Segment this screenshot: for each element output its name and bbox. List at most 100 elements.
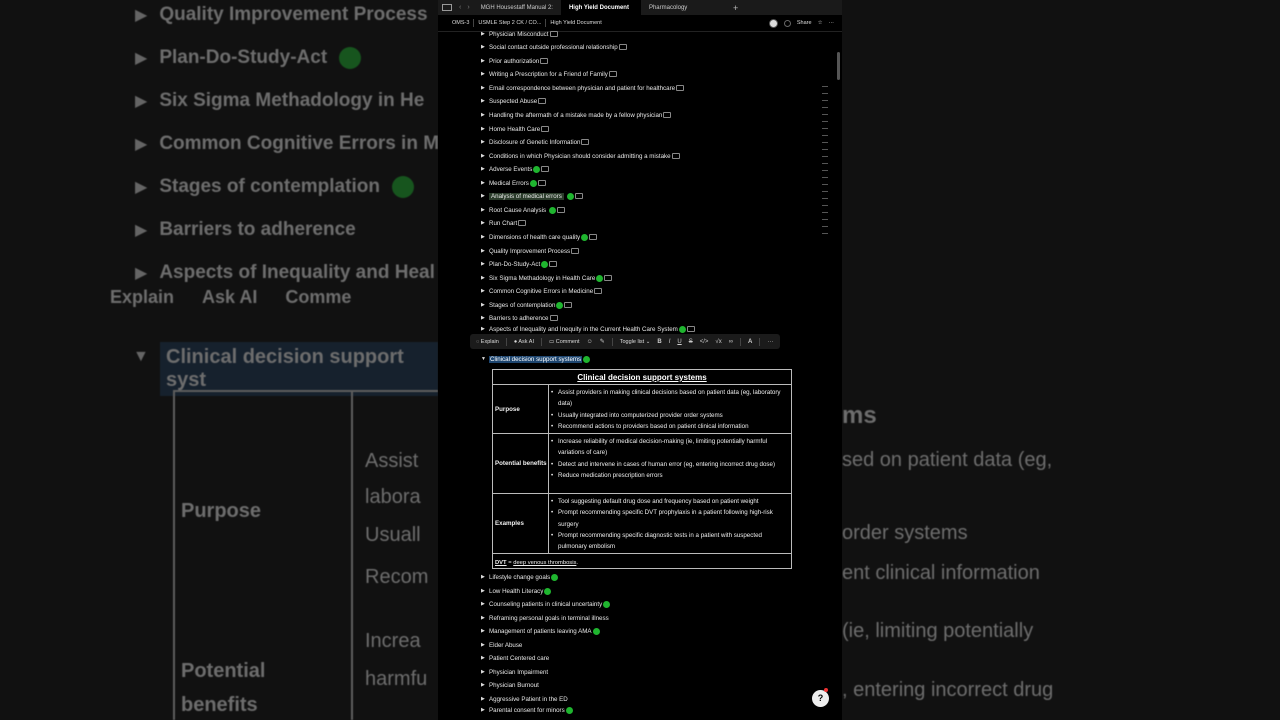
toggle-triangle-icon[interactable]: ▶	[481, 655, 489, 661]
help-button[interactable]: ?	[812, 690, 829, 707]
toggle-item[interactable]: ▶ Dimensions of health care quality	[481, 231, 598, 243]
code-button[interactable]: </>	[700, 339, 709, 345]
toggle-item[interactable]: ▶ Quality Improvement Process	[481, 245, 580, 257]
toggle-triangle-icon[interactable]: ▶	[481, 707, 489, 713]
toggle-triangle-icon[interactable]: ▶	[481, 98, 489, 104]
toggle-triangle-icon[interactable]: ▶	[481, 126, 489, 132]
toggle-item[interactable]: ▶ Six Sigma Methadology in Health Care	[481, 272, 613, 284]
emoji-icon[interactable]: ☺	[587, 339, 593, 345]
toggle-item[interactable]: ▶ Reframing personal goals in terminal il…	[481, 612, 609, 624]
toggle-item[interactable]: ▶ Medical Errors	[481, 177, 546, 189]
toggle-triangle-icon[interactable]: ▶	[481, 302, 489, 308]
more-options-icon[interactable]: ···	[767, 339, 773, 345]
toggle-item[interactable]: ▶ Aspects of Inequality and Inequity in t…	[481, 326, 695, 334]
toggle-triangle-icon[interactable]: ▶	[481, 275, 489, 281]
toggle-item[interactable]: ▶ Barriers to adherence	[481, 312, 558, 324]
star-icon[interactable]: ☆	[818, 20, 823, 26]
toggle-item[interactable]: ▶ Prior authorization	[481, 55, 549, 67]
toggle-item[interactable]: ▶ Patient Centered care	[481, 652, 549, 664]
toggle-triangle-icon[interactable]: ▶	[481, 326, 489, 332]
toggle-triangle-icon[interactable]: ▶	[481, 71, 489, 77]
toggle-item[interactable]: ▶ Elder Abuse	[481, 639, 522, 651]
toggle-triangle-icon[interactable]: ▶	[481, 153, 489, 159]
edit-icon[interactable]: ✎	[600, 338, 605, 345]
breadcrumb-oms3[interactable]: OMS-3	[448, 20, 473, 26]
text-color-button[interactable]: A	[748, 339, 752, 345]
toggle-triangle-icon[interactable]: ▶	[481, 207, 489, 213]
toggle-triangle-icon[interactable]: ▶	[481, 601, 489, 607]
toggle-item[interactable]: ▶ Stages of contemplation	[481, 299, 573, 311]
toggle-item[interactable]: ▶ Social contact outside professional rel…	[481, 41, 627, 53]
toggle-item[interactable]: ▶ Counseling patients in clinical uncerta…	[481, 598, 611, 610]
toggle-triangle-icon[interactable]: ▶	[481, 628, 489, 634]
toggle-triangle-icon[interactable]: ▶	[481, 248, 489, 254]
toggle-item[interactable]: ▶ Lifestyle change goals	[481, 571, 559, 583]
breadcrumb-usmle[interactable]: USMLE Step 2 CK / CO...	[474, 20, 545, 26]
toggle-item[interactable]: ▶ Home Health Care	[481, 123, 550, 135]
strikethrough-button[interactable]: S	[689, 339, 693, 345]
toggle-item[interactable]: ▶ Low Health Literacy	[481, 585, 552, 597]
tab-high-yield[interactable]: High Yield Document	[560, 0, 641, 15]
toggle-triangle-icon[interactable]: ▶	[481, 31, 489, 37]
toggle-triangle-icon[interactable]: ▶	[481, 193, 489, 199]
tab-pharmacology[interactable]: Pharmacology	[641, 0, 721, 15]
toggle-triangle-icon[interactable]: ▶	[481, 180, 489, 186]
new-tab-icon[interactable]: +	[721, 3, 738, 13]
tab-mgh-manual[interactable]: MGH Housestaff Manual 2:	[473, 0, 561, 15]
toggle-item[interactable]: ▶ Plan-Do-Study-Act	[481, 258, 558, 270]
toggle-triangle-icon[interactable]: ▶	[481, 234, 489, 240]
toggle-list-dropdown[interactable]: Toggle list ⌄	[620, 339, 651, 345]
toggle-item[interactable]: ▶ Suspected Abuse	[481, 95, 547, 107]
toggle-triangle-icon[interactable]: ▶	[481, 85, 489, 91]
toggle-item[interactable]: ▶ Conditions in which Physician should co…	[481, 150, 680, 162]
toggle-triangle-down-icon[interactable]: ▼	[481, 356, 489, 362]
bold-button[interactable]: B	[657, 339, 661, 345]
toggle-item[interactable]: ▶ Physician Misconduct	[481, 28, 558, 40]
toggle-triangle-icon[interactable]: ▶	[481, 669, 489, 675]
forward-arrow-icon[interactable]: ›	[464, 4, 472, 11]
math-button[interactable]: √x	[715, 339, 721, 345]
toggle-item[interactable]: ▶ Handling the aftermath of a mistake mad…	[481, 109, 672, 121]
toggle-item[interactable]: ▶ Run Chart	[481, 217, 527, 229]
comment-button[interactable]: ▭ Comment	[549, 339, 580, 345]
share-button[interactable]: Share	[797, 20, 812, 26]
toggle-item[interactable]: ▶ Analysis of medical errors	[481, 190, 583, 202]
toggle-triangle-icon[interactable]: ▶	[481, 112, 489, 118]
toggle-item[interactable]: ▶ Disclosure of Genetic Information	[481, 136, 590, 148]
toggle-triangle-icon[interactable]: ▶	[481, 642, 489, 648]
toggle-item[interactable]: ▶ Management of patients leaving AMA	[481, 625, 600, 637]
toggle-triangle-icon[interactable]: ▶	[481, 682, 489, 688]
breadcrumb-high-yield[interactable]: High Yield Document	[546, 20, 605, 26]
toggle-triangle-icon[interactable]: ▶	[481, 315, 489, 321]
toggle-item[interactable]: ▶ Physician Burnout	[481, 679, 539, 691]
toggle-item[interactable]: ▶ Common Cognitive Errors in Medicine	[481, 285, 603, 297]
toggle-item[interactable]: ▶ Adverse Events	[481, 163, 550, 175]
link-icon[interactable]: ∞	[729, 339, 733, 345]
toggle-item[interactable]: ▶ Email correspondence between physician …	[481, 82, 685, 94]
toggle-triangle-icon[interactable]: ▶	[481, 574, 489, 580]
toggle-item[interactable]: ▶ Writing a Prescription for a Friend of …	[481, 68, 617, 80]
toggle-triangle-icon[interactable]: ▶	[481, 166, 489, 172]
sidebar-toggle-icon[interactable]	[442, 4, 452, 11]
toggle-triangle-icon[interactable]: ▶	[481, 261, 489, 267]
toggle-item[interactable]: ▶ Physician Impairment	[481, 666, 548, 678]
toggle-triangle-icon[interactable]: ▶	[481, 220, 489, 226]
toggle-item-expanded[interactable]: ▼ Clinical decision support systems	[481, 353, 591, 365]
back-arrow-icon[interactable]: ‹	[456, 4, 464, 11]
toggle-triangle-icon[interactable]: ▶	[481, 58, 489, 64]
underline-button[interactable]: U	[677, 339, 681, 345]
avatar[interactable]	[768, 18, 778, 28]
italic-button[interactable]: I	[669, 339, 671, 345]
toggle-triangle-icon[interactable]: ▶	[481, 44, 489, 50]
toggle-item[interactable]: ▶ Parental consent for minors	[481, 704, 573, 716]
selected-text[interactable]: Clinical decision support systems	[489, 355, 583, 363]
explain-button[interactable]: ◌ Explain	[476, 339, 499, 345]
outline-minimap[interactable]	[822, 86, 828, 240]
ask-ai-button[interactable]: ● Ask AI	[514, 339, 534, 345]
toggle-triangle-icon[interactable]: ▶	[481, 288, 489, 294]
toggle-triangle-icon[interactable]: ▶	[481, 139, 489, 145]
toggle-triangle-icon[interactable]: ▶	[481, 615, 489, 621]
more-icon[interactable]: ···	[829, 20, 835, 26]
toggle-triangle-icon[interactable]: ▶	[481, 588, 489, 594]
toggle-item[interactable]: ▶ Root Cause Analysis	[481, 204, 566, 216]
